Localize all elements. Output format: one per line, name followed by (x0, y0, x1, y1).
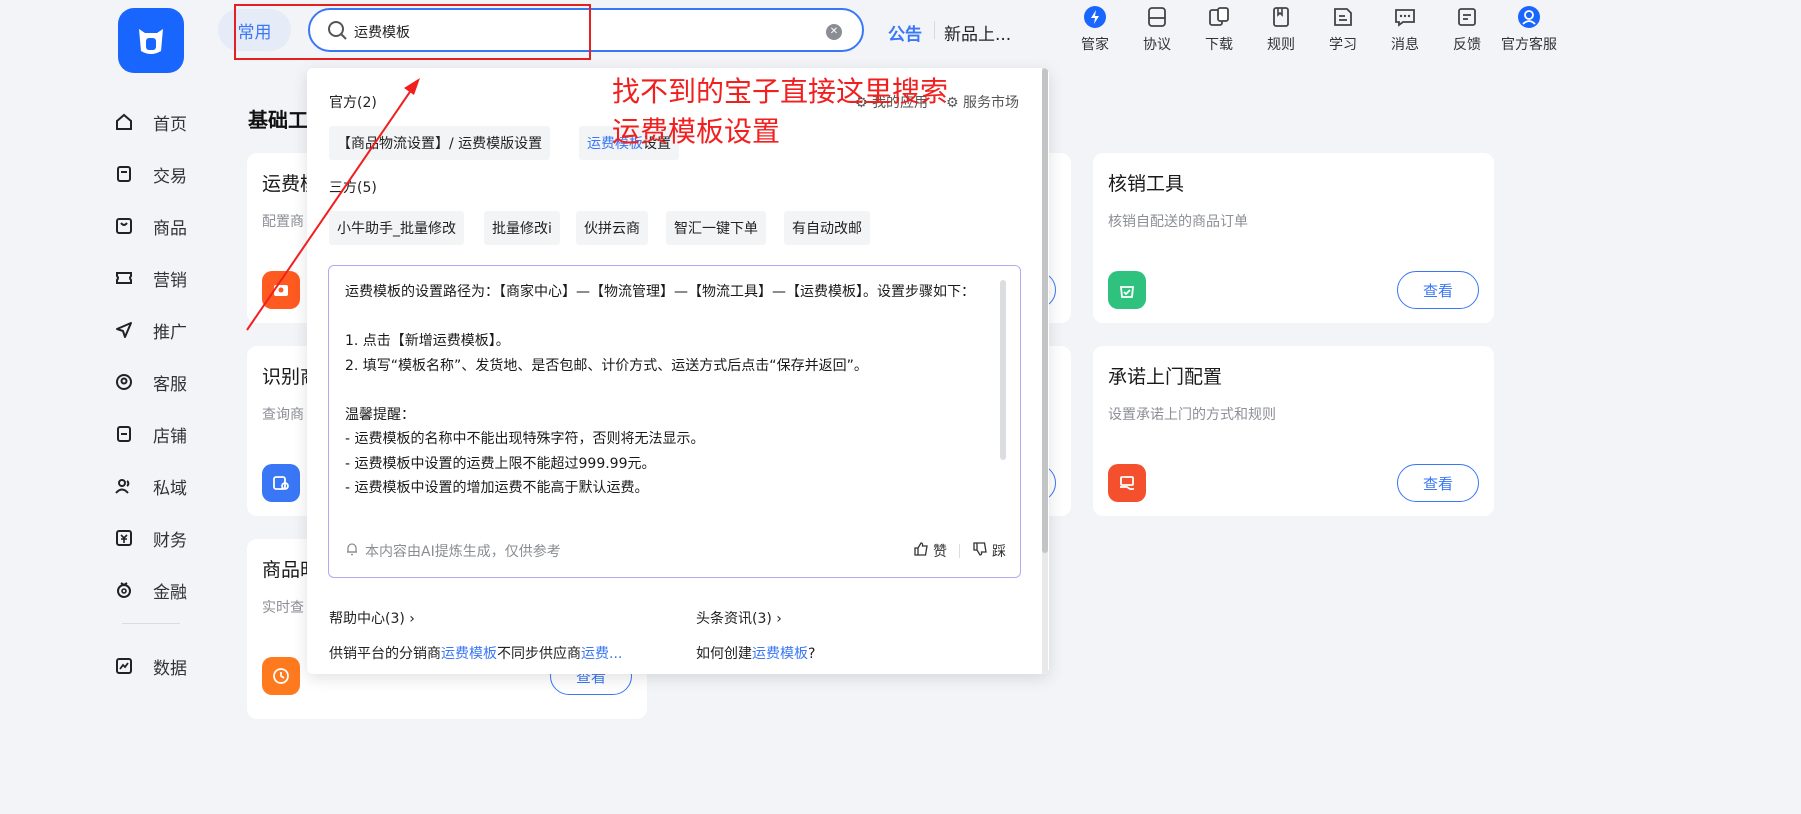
annotation-text: 找不到的宝子直接这里搜索 运费模板设置 (612, 75, 949, 148)
